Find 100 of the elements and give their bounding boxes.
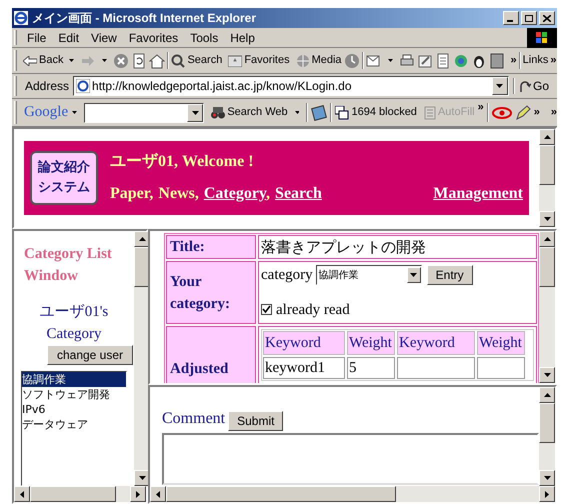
nav-link[interactable]: Category	[204, 185, 266, 202]
browser-logo-icon	[14, 11, 28, 25]
user-category-heading: ユーザ01's	[40, 303, 108, 322]
close-button[interactable]	[539, 11, 555, 25]
scroll-up-arrow-icon[interactable]	[544, 237, 550, 241]
scroll-down-arrow-icon[interactable]	[544, 217, 550, 221]
scroll-down-arrow-icon[interactable]	[544, 476, 550, 480]
scroll-up-arrow-icon[interactable]	[544, 393, 550, 397]
scroll-thumb[interactable]	[539, 145, 555, 185]
dropdown-arrow-icon[interactable]	[192, 110, 199, 114]
menu-item[interactable]: View	[85, 28, 123, 46]
caret-icon[interactable]	[102, 59, 108, 62]
scroll-up-arrow-icon[interactable]	[138, 237, 146, 241]
category-select[interactable]: 協調作業	[316, 265, 422, 286]
logo-text: 論文紹介	[38, 158, 90, 177]
comment-field[interactable]	[162, 433, 539, 485]
scroll-thumb[interactable]	[539, 403, 555, 443]
globe-icon	[296, 54, 310, 68]
star-folder-icon	[228, 54, 242, 67]
dropdown-arrow-icon[interactable]	[410, 273, 418, 278]
favorites-button[interactable]: Favorites	[228, 52, 290, 69]
menu-item[interactable]: Edit	[52, 28, 86, 46]
home-icon[interactable]	[149, 52, 166, 68]
dropdown-arrow-icon[interactable]	[496, 84, 504, 88]
mail-icon[interactable]	[366, 52, 382, 68]
more-chevron[interactable]: »	[510, 52, 517, 69]
scroll-down-arrow-icon[interactable]	[544, 373, 550, 377]
search-icon	[171, 54, 186, 68]
menu-item[interactable]: Favorites	[122, 28, 184, 46]
management-link[interactable]: Management	[433, 182, 523, 206]
edit-icon[interactable]	[416, 52, 433, 68]
caret-icon[interactable]	[294, 111, 300, 114]
user-category-heading: Category	[46, 325, 102, 344]
scroll-thumb[interactable]	[166, 486, 396, 502]
google-menu[interactable]: Google	[24, 101, 82, 124]
menu-item[interactable]: Tools	[184, 28, 224, 46]
already-read-label: already read	[276, 300, 350, 320]
horizontal-scrollbar[interactable]	[14, 486, 146, 502]
search-button[interactable]: Search	[171, 52, 222, 69]
minimize-button[interactable]	[503, 11, 519, 25]
scroll-down-arrow-icon[interactable]	[138, 476, 146, 480]
more-chevron[interactable]: »	[478, 99, 484, 116]
category-list-item[interactable]: ソフトウェア開発	[22, 387, 126, 402]
window-title: メイン画面 - Microsoft Internet Explorer	[32, 10, 258, 27]
scroll-right-arrow-icon[interactable]	[545, 490, 549, 498]
address-field[interactable]: http://knowledgeportal.jaist.ac.jp/know/KLogin.do	[73, 76, 509, 96]
title-value-cell: 落書きアプレットの開発	[258, 235, 537, 259]
category-label: category	[261, 266, 313, 285]
vertical-scrollbar[interactable]	[539, 231, 555, 383]
category-list-item[interactable]: 協調作業	[22, 372, 126, 387]
category-list-item[interactable]: データウェア	[22, 417, 126, 432]
google-search-field[interactable]	[84, 102, 204, 122]
entry-button[interactable]: Entry	[426, 265, 473, 286]
refresh-icon[interactable]	[131, 52, 148, 68]
document-icon[interactable]	[434, 52, 451, 68]
maximize-button[interactable]	[521, 11, 537, 25]
vertical-scrollbar[interactable]	[539, 129, 555, 227]
change-user-button[interactable]: change user	[47, 345, 133, 365]
sidebar-heading: Category List Window	[23, 245, 113, 286]
caret-icon[interactable]	[69, 59, 74, 62]
go-button[interactable]: Go	[518, 77, 557, 95]
category-list-item[interactable]: IPv6	[22, 402, 126, 417]
scroll-right-arrow-icon[interactable]	[136, 490, 140, 498]
address-label: Address	[25, 78, 70, 95]
submit-button[interactable]: Submit	[228, 411, 284, 431]
horizontal-scrollbar[interactable]	[150, 486, 555, 502]
more-chevron[interactable]: »	[534, 104, 540, 121]
vertical-scrollbar[interactable]	[539, 387, 555, 486]
comma: ,	[266, 185, 270, 202]
category-listbox[interactable]: 協調作業 ソフトウェア開発 IPv6 データウェア	[21, 371, 127, 486]
popup-blocker-button[interactable]: 1694 blocked	[335, 104, 417, 121]
history-icon[interactable]	[344, 52, 360, 68]
links-chevron[interactable]: »	[550, 52, 556, 69]
nav-link[interactable]: Search	[275, 185, 322, 202]
scroll-thumb[interactable]	[539, 247, 555, 287]
pencil-icon[interactable]	[514, 104, 531, 120]
go-arrow-icon	[518, 80, 531, 92]
keyword-table-header: Weight	[347, 331, 395, 355]
page-icon	[76, 79, 90, 93]
back-button[interactable]: Back	[23, 52, 64, 69]
links-label[interactable]: Links	[522, 52, 548, 69]
menu-item[interactable]: File	[21, 28, 52, 46]
keyword-table-cell: 5	[347, 357, 395, 379]
scroll-left-arrow-icon[interactable]	[20, 490, 24, 498]
search-web-button[interactable]: Search Web	[211, 104, 288, 121]
scroll-thumb[interactable]	[30, 486, 116, 502]
keyword-table-header: Keyword	[263, 331, 345, 355]
caret-icon[interactable]	[388, 59, 393, 62]
eye-logo-icon[interactable]	[492, 104, 512, 120]
nav-text: News	[158, 185, 195, 202]
scroll-up-arrow-icon[interactable]	[544, 135, 550, 139]
media-button[interactable]: Media	[296, 52, 342, 69]
more-chevron[interactable]: »	[550, 104, 557, 121]
windows-logo-icon	[527, 28, 557, 48]
printer-icon[interactable]	[398, 52, 415, 68]
menu-item[interactable]: Help	[224, 28, 261, 46]
already-read-checkbox[interactable]	[261, 304, 272, 316]
scroll-left-arrow-icon[interactable]	[156, 490, 160, 498]
caret-icon[interactable]	[72, 111, 78, 114]
close-icon	[543, 14, 551, 22]
